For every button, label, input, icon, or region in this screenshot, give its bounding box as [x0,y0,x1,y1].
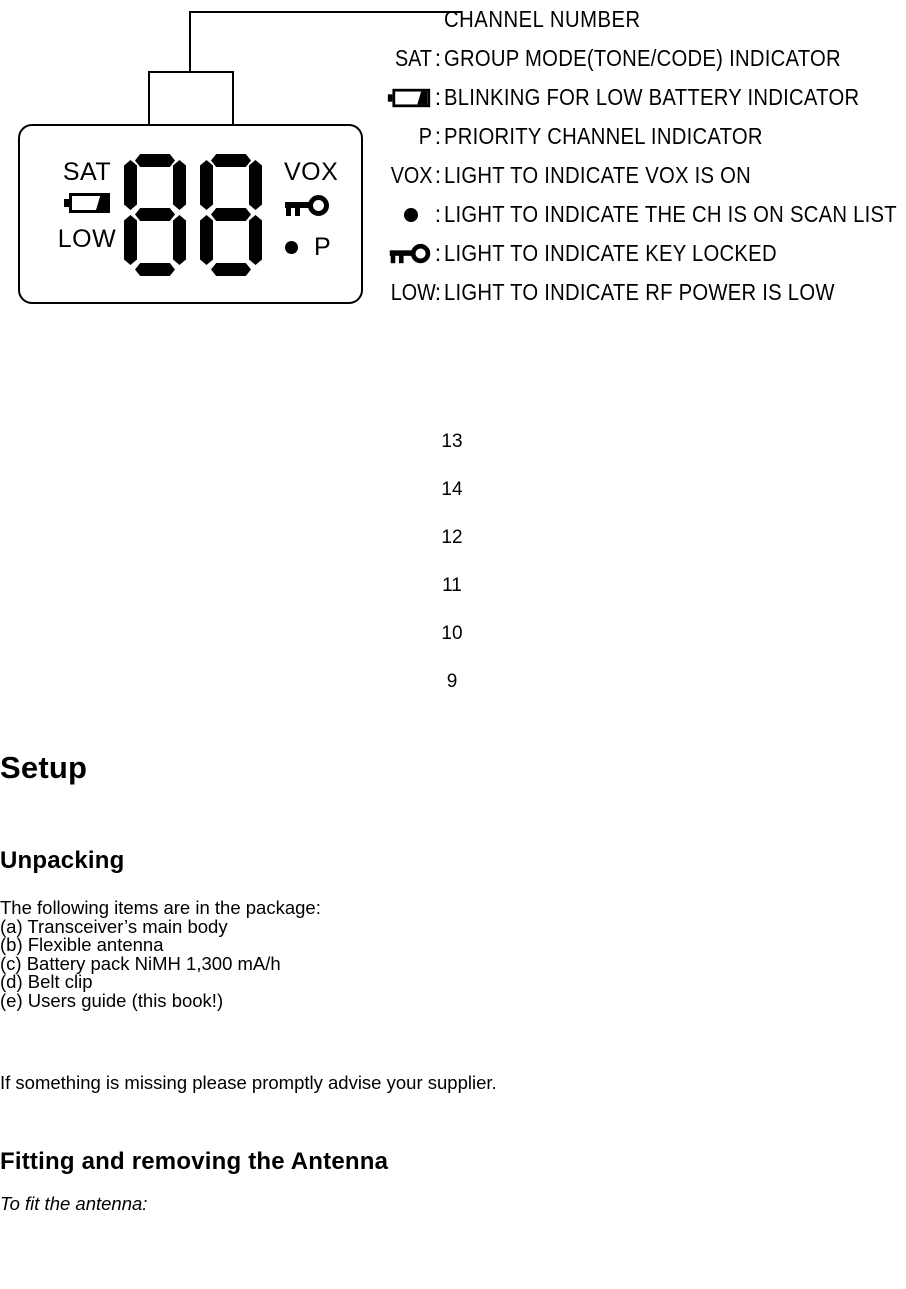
legend-symbol: P [418,123,432,149]
package-list-item: (d) Belt clip [0,971,93,992]
scan-list-dot-icon [404,207,418,222]
legend-item-scan-list: : LIGHT TO INDICATE THE CH IS ON SCAN LI… [384,195,906,234]
page-number: 11 [442,575,462,596]
paragraph-missing-notice: If something is missing please promptly … [0,1072,497,1093]
lcd-sat-label: SAT [62,158,112,186]
lcd-display-figure: SAT LOW VOX P CHANNEL NUMBER SAT: GROUP… [0,0,906,330]
legend-description: PRIORITY CHANNEL INDICATOR [444,123,763,149]
lcd-right-indicator-group: VOX P [282,160,360,260]
legend-colon: : [434,162,442,188]
lcd-key-lock-row [285,195,360,222]
legend-description: BLINKING FOR LOW BATTERY INDICATOR [444,84,860,110]
key-lock-icon [285,195,329,217]
lcd-low-label: LOW [57,225,117,253]
legend-colon: : [434,201,442,227]
lcd-channel-number-digits [124,154,262,276]
key-lock-icon [389,243,431,263]
legend-colon: : [434,240,442,266]
package-list-item: (e) Users guide (this book!) [0,989,224,1011]
legend-item-low-battery: : BLINKING FOR LOW BATTERY INDICATOR [384,78,906,117]
package-list-item: (c) Battery pack NiMH 1,300 mA/h [0,952,281,974]
page-number: 10 [441,623,463,644]
leader-line-stem [189,11,191,73]
page-number: 14 [441,479,463,500]
legend-description: LIGHT TO INDICATE VOX IS ON [444,162,752,188]
lcd-scan-priority-row: P [285,235,360,260]
lcd-left-indicator-group: SAT LOW [52,160,122,252]
legend-colon: : [434,84,442,110]
leader-line-bracket [148,71,234,73]
package-list-item: (b) Flexible antenna [0,934,164,955]
legend-symbol [384,207,432,222]
legend-item-key-locked: : LIGHT TO INDICATE KEY LOCKED [384,234,906,273]
page-number: 9 [446,671,458,692]
low-battery-icon [64,193,110,213]
document-body: Setup Unpacking The following items are … [0,752,906,1213]
legend-symbol [384,243,432,265]
legend-symbol: SAT [394,45,432,71]
legend-item-vox: VOX : LIGHT TO INDICATE VOX IS ON [384,156,906,195]
legend-colon: : [434,45,442,71]
legend-description: GROUP MODE(TONE/CODE) INDICATOR [444,45,841,71]
paragraph-to-fit-antenna: To fit the antenna: [0,1192,148,1214]
legend-item-low-power: LOW : LIGHT TO INDICATE RF POWER IS LOW [384,273,906,312]
legend-item-priority: P : PRIORITY CHANNEL INDICATOR [384,117,906,156]
section-heading-setup: Setup [0,750,88,785]
section-heading-unpacking: Unpacking [0,847,125,874]
legend-symbol: LOW [390,279,436,305]
seven-segment-digit [200,154,262,276]
scan-list-dot-icon [285,241,298,254]
low-battery-icon [387,88,431,107]
lcd-priority-label: P [314,233,332,261]
paragraph-following-items: The following items are in the package: [0,897,321,918]
page-number-column: 13 14 12 11 10 9 [430,418,474,706]
legend-item-channel-number: CHANNEL NUMBER [384,0,906,39]
legend-symbol: VOX [390,162,433,188]
legend-description: LIGHT TO INDICATE THE CH IS ON SCAN LIST [444,201,897,227]
legend-item-sat: SAT : GROUP MODE(TONE/CODE) INDICATOR [384,39,906,78]
legend-description: LIGHT TO INDICATE KEY LOCKED [444,240,777,266]
section-heading-fitting-antenna: Fitting and removing the Antenna [0,1147,389,1175]
lcd-panel: SAT LOW VOX P [18,124,363,304]
legend-description: CHANNEL NUMBER [444,6,641,32]
seven-segment-digit [124,154,186,276]
page-number: 13 [441,431,463,452]
page-number: 12 [441,527,463,548]
lcd-vox-label: VOX [284,158,339,186]
legend-colon: : [434,123,442,149]
lcd-legend-list: CHANNEL NUMBER SAT : GROUP MODE(TONE/COD… [384,0,906,312]
legend-description: LIGHT TO INDICATE RF POWER IS LOW [444,279,835,305]
legend-symbol [384,88,432,108]
